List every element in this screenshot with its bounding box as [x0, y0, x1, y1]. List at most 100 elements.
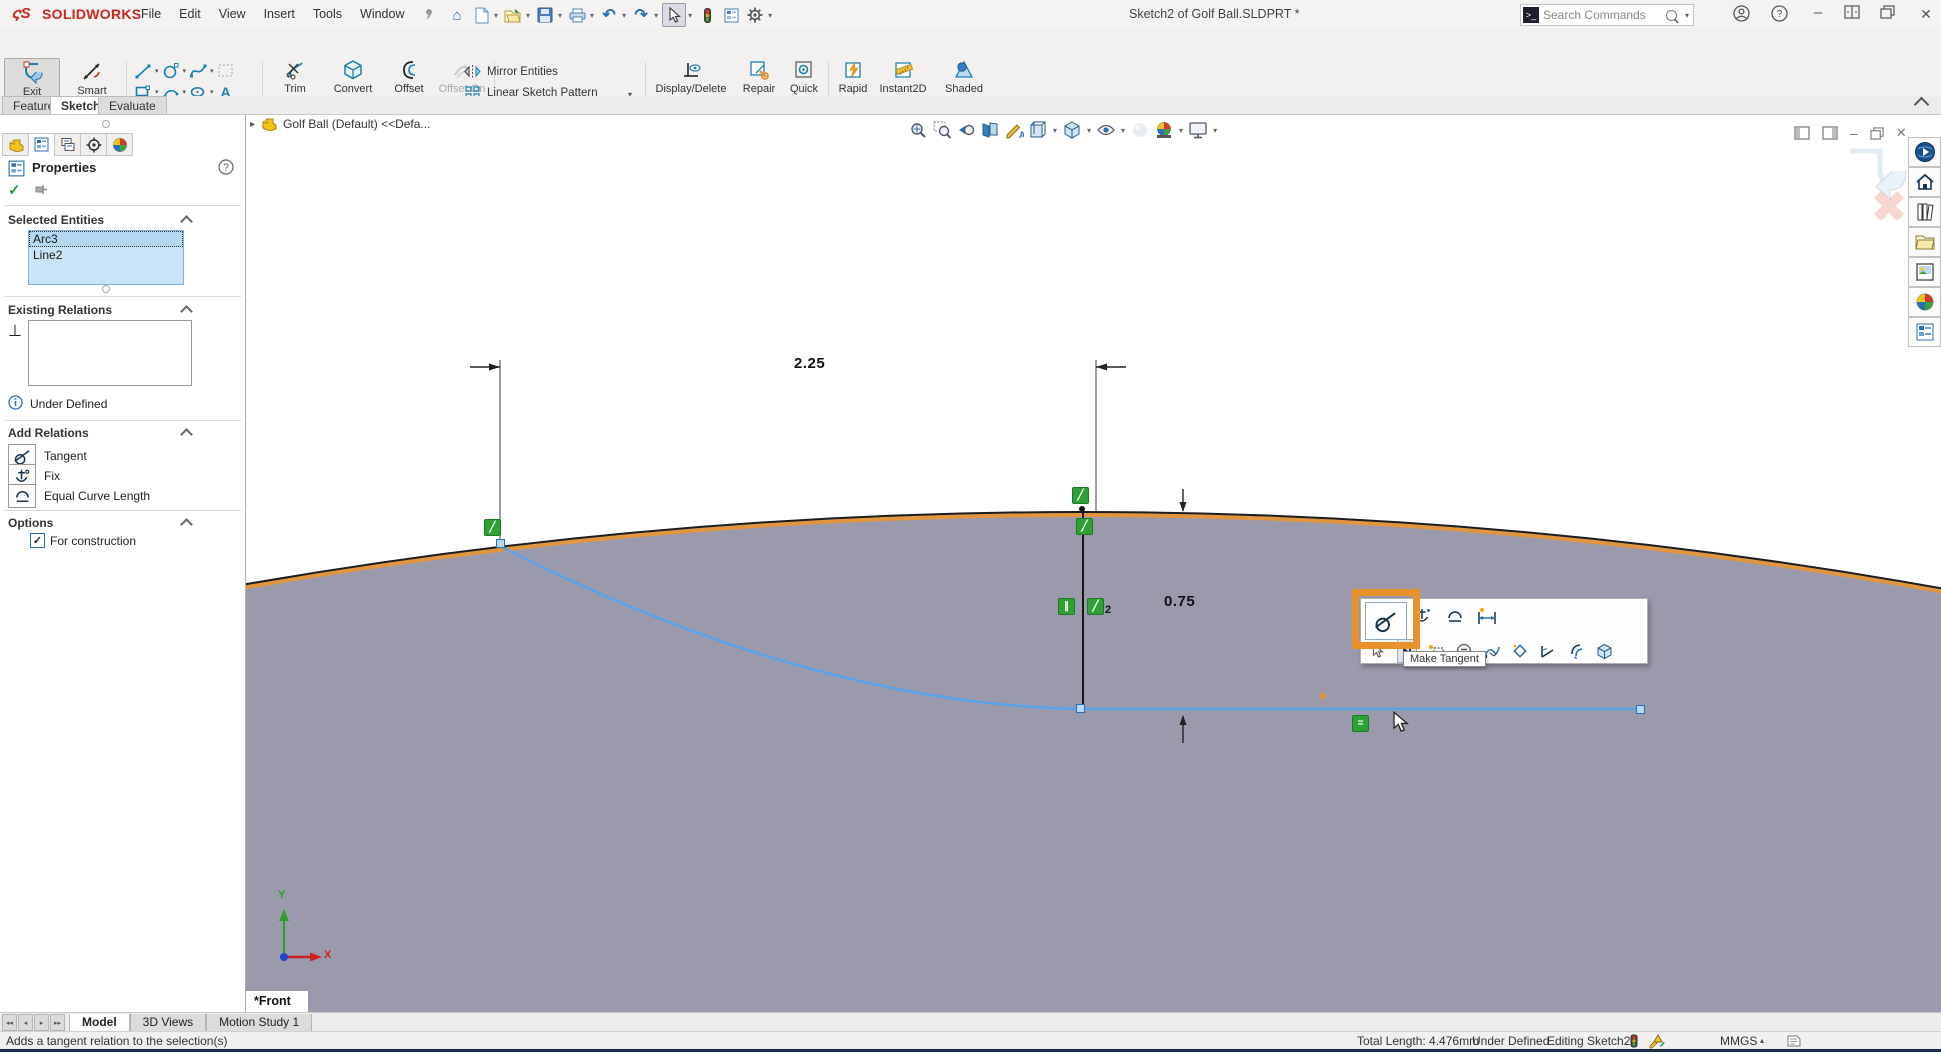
display-style-icon[interactable] [1060, 119, 1084, 141]
list-resize-handle[interactable] [102, 285, 110, 293]
print-icon[interactable] [566, 4, 588, 26]
view-settings-icon[interactable] [1186, 119, 1210, 141]
apply-scene-caret-icon[interactable]: ▾ [1179, 126, 1183, 135]
relation-badge-parallel-icon[interactable]: ∥ [1058, 598, 1075, 615]
edit-appearance-icon[interactable] [1128, 119, 1152, 141]
panel-help-icon[interactable]: ? [218, 159, 234, 175]
open-document-icon[interactable] [502, 4, 524, 26]
user-account-icon[interactable] [1733, 5, 1757, 22]
rectangle-caret-icon[interactable]: ▾ [155, 88, 159, 96]
search-caret-icon[interactable]: ▾ [1685, 11, 1689, 20]
tab-scroll-last-icon[interactable]: ▸▸ [50, 1014, 65, 1031]
graphics-viewport[interactable]: ▸ Golf Ball (Default) <<Defa... A ▾ ▾ ▾ … [246, 115, 1941, 1012]
settings-gear-icon[interactable] [744, 4, 766, 26]
design-library-home-icon[interactable] [1908, 167, 1941, 197]
hide-show-items-icon[interactable] [1094, 119, 1118, 141]
mirror-entities-button[interactable]: Mirror Entities [464, 64, 558, 79]
for-construction-checkbox[interactable]: ✓ [30, 533, 45, 548]
options-collapse-icon[interactable] [180, 518, 193, 531]
pattern-icon[interactable] [1511, 640, 1529, 662]
design-library-icon[interactable] [1908, 197, 1941, 227]
doc-restore-icon[interactable] [1870, 127, 1884, 140]
view-palette-icon[interactable] [1908, 257, 1941, 287]
relation-badge-distance-icon[interactable]: ╱ [1087, 598, 1104, 615]
view-settings-caret-icon[interactable]: ▾ [1213, 126, 1217, 135]
previous-view-icon[interactable] [954, 119, 978, 141]
open-caret-icon[interactable]: ▾ [526, 11, 530, 20]
redo-caret-icon[interactable]: ▾ [654, 11, 658, 20]
select-tool-icon[interactable] [662, 3, 686, 27]
tab-evaluate[interactable]: Evaluate [98, 96, 167, 114]
menu-window[interactable]: Window [351, 0, 413, 28]
tab-3d-views[interactable]: 3D Views [130, 1014, 206, 1032]
pane-left-icon[interactable] [1794, 126, 1810, 140]
doc-minimize-icon[interactable]: – [1850, 125, 1858, 141]
selected-entities-list[interactable]: Arc3 Line2 [28, 230, 184, 285]
home-icon[interactable]: ⌂ [446, 4, 468, 26]
spline-tool-icon[interactable] [187, 61, 209, 81]
tab-scroll-next-icon[interactable]: ▸ [34, 1014, 49, 1031]
save-caret-icon[interactable]: ▾ [558, 11, 562, 20]
view-orientation-icon[interactable] [1026, 119, 1050, 141]
dimension-horizontal[interactable]: 2.25 [794, 355, 825, 372]
status-units[interactable]: MMGS [1720, 1034, 1757, 1048]
feature-manager-tab[interactable] [2, 133, 29, 156]
zoom-to-fit-icon[interactable] [906, 119, 930, 141]
settings-caret-icon[interactable]: ▾ [768, 11, 772, 20]
ribbon-collapse-icon[interactable] [1914, 97, 1930, 113]
tree-expand-icon[interactable]: ▸ [250, 119, 255, 130]
zoom-to-area-icon[interactable] [930, 119, 954, 141]
ok-check-button[interactable]: ✓ [8, 181, 21, 199]
undo-icon[interactable]: ↶ [598, 4, 620, 26]
split-panes-button[interactable] [1844, 5, 1868, 19]
feature-tree-flyout[interactable]: ▸ Golf Ball (Default) <<Defa... [250, 117, 430, 131]
sketch-point-arc-start[interactable] [496, 539, 505, 548]
configuration-manager-tab[interactable] [54, 133, 81, 156]
apply-scene-icon[interactable] [1152, 119, 1176, 141]
relation-badge-intersection-icon[interactable]: ╱ [1076, 518, 1093, 535]
arc-caret-icon[interactable]: ▾ [183, 88, 187, 96]
restore-button[interactable] [1880, 5, 1904, 19]
display-style-caret-icon[interactable]: ▾ [1087, 126, 1091, 135]
solidworks-resources-icon[interactable] [1908, 137, 1941, 167]
relation-badge-equal-icon[interactable]: = [1352, 715, 1369, 732]
status-tag-icon[interactable] [1786, 1034, 1802, 1048]
circle-tool-icon[interactable] [160, 61, 182, 81]
golf-ball-body[interactable] [246, 511, 1941, 1012]
tab-scroll-first-icon[interactable]: ◂◂ [2, 1014, 17, 1031]
offset-curve-icon[interactable] [1567, 640, 1585, 662]
tab-motion-study[interactable]: Motion Study 1 [206, 1014, 312, 1032]
menu-edit[interactable]: Edit [170, 0, 210, 28]
tab-model[interactable]: Model [69, 1014, 130, 1032]
circle-caret-icon[interactable]: ▾ [183, 67, 187, 75]
search-commands-box[interactable]: >_ Search Commands ▾ [1520, 4, 1694, 26]
print-caret-icon[interactable]: ▾ [590, 11, 594, 20]
add-relation-equal-curve-length[interactable]: Equal Curve Length [8, 484, 150, 508]
menu-file[interactable]: File [132, 0, 170, 28]
list-item-arc3[interactable]: Arc3 [29, 231, 183, 247]
close-button[interactable]: ✕ [1914, 6, 1938, 23]
custom-properties-icon[interactable] [1908, 317, 1941, 347]
hide-show-caret-icon[interactable]: ▾ [1121, 126, 1125, 135]
redo-icon[interactable]: ↷ [630, 4, 652, 26]
undo-caret-icon[interactable]: ▾ [622, 11, 626, 20]
dimension-vertical[interactable]: 0.75 [1164, 593, 1195, 610]
rebuild-icon[interactable] [696, 4, 718, 26]
auto-dimension-button[interactable] [1475, 605, 1499, 627]
search-icon[interactable] [1666, 10, 1677, 21]
save-icon[interactable] [534, 4, 556, 26]
pane-right-icon[interactable] [1822, 126, 1838, 140]
list-item-line2[interactable]: Line2 [29, 247, 183, 263]
select-caret-icon[interactable]: ▾ [688, 11, 692, 20]
panel-grip-handle[interactable] [102, 120, 110, 128]
file-explorer-icon[interactable] [1908, 227, 1941, 257]
isometric-cube-icon[interactable] [1595, 640, 1613, 662]
add-relations-collapse-icon[interactable] [180, 428, 193, 441]
spline-caret-icon[interactable]: ▾ [210, 67, 214, 75]
for-construction-option[interactable]: ✓ For construction [30, 533, 136, 548]
part-name[interactable]: Golf Ball (Default) <<Defa... [283, 117, 430, 131]
relation-badge-coincident-icon[interactable]: ╱ [484, 519, 501, 536]
property-manager-tab[interactable] [28, 133, 55, 156]
existing-relations-collapse-icon[interactable] [180, 305, 193, 318]
tab-scroll-prev-icon[interactable]: ◂ [18, 1014, 33, 1031]
